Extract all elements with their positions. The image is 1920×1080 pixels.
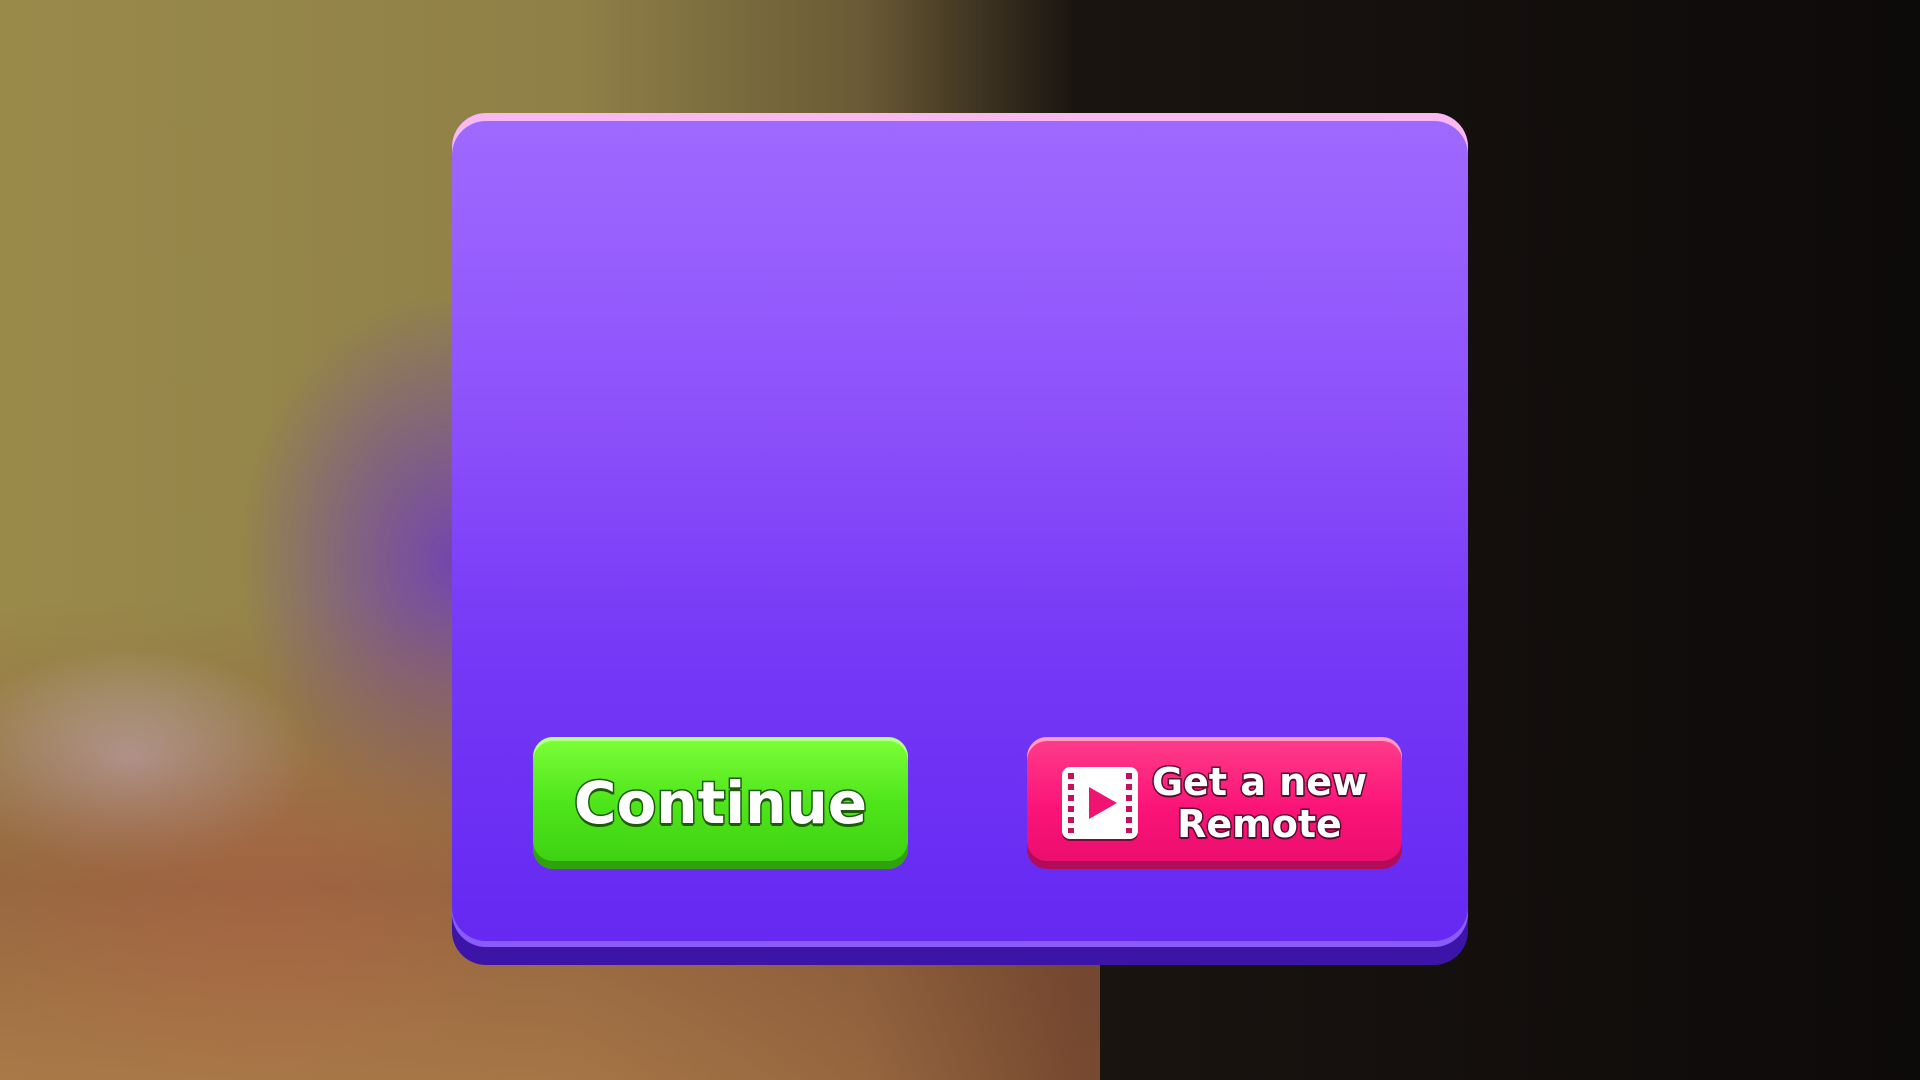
video-ad-icon (1061, 767, 1138, 839)
continue-button[interactable]: Continue (533, 737, 908, 869)
get-new-remote-label: Get a new Remote (1150, 760, 1368, 847)
continue-label: Continue (572, 768, 868, 839)
get-new-remote-line1: Get a new (1150, 760, 1368, 805)
get-new-remote-button[interactable]: Get a new Remote (1027, 737, 1402, 869)
get-new-remote-line2: Remote (1176, 802, 1344, 847)
